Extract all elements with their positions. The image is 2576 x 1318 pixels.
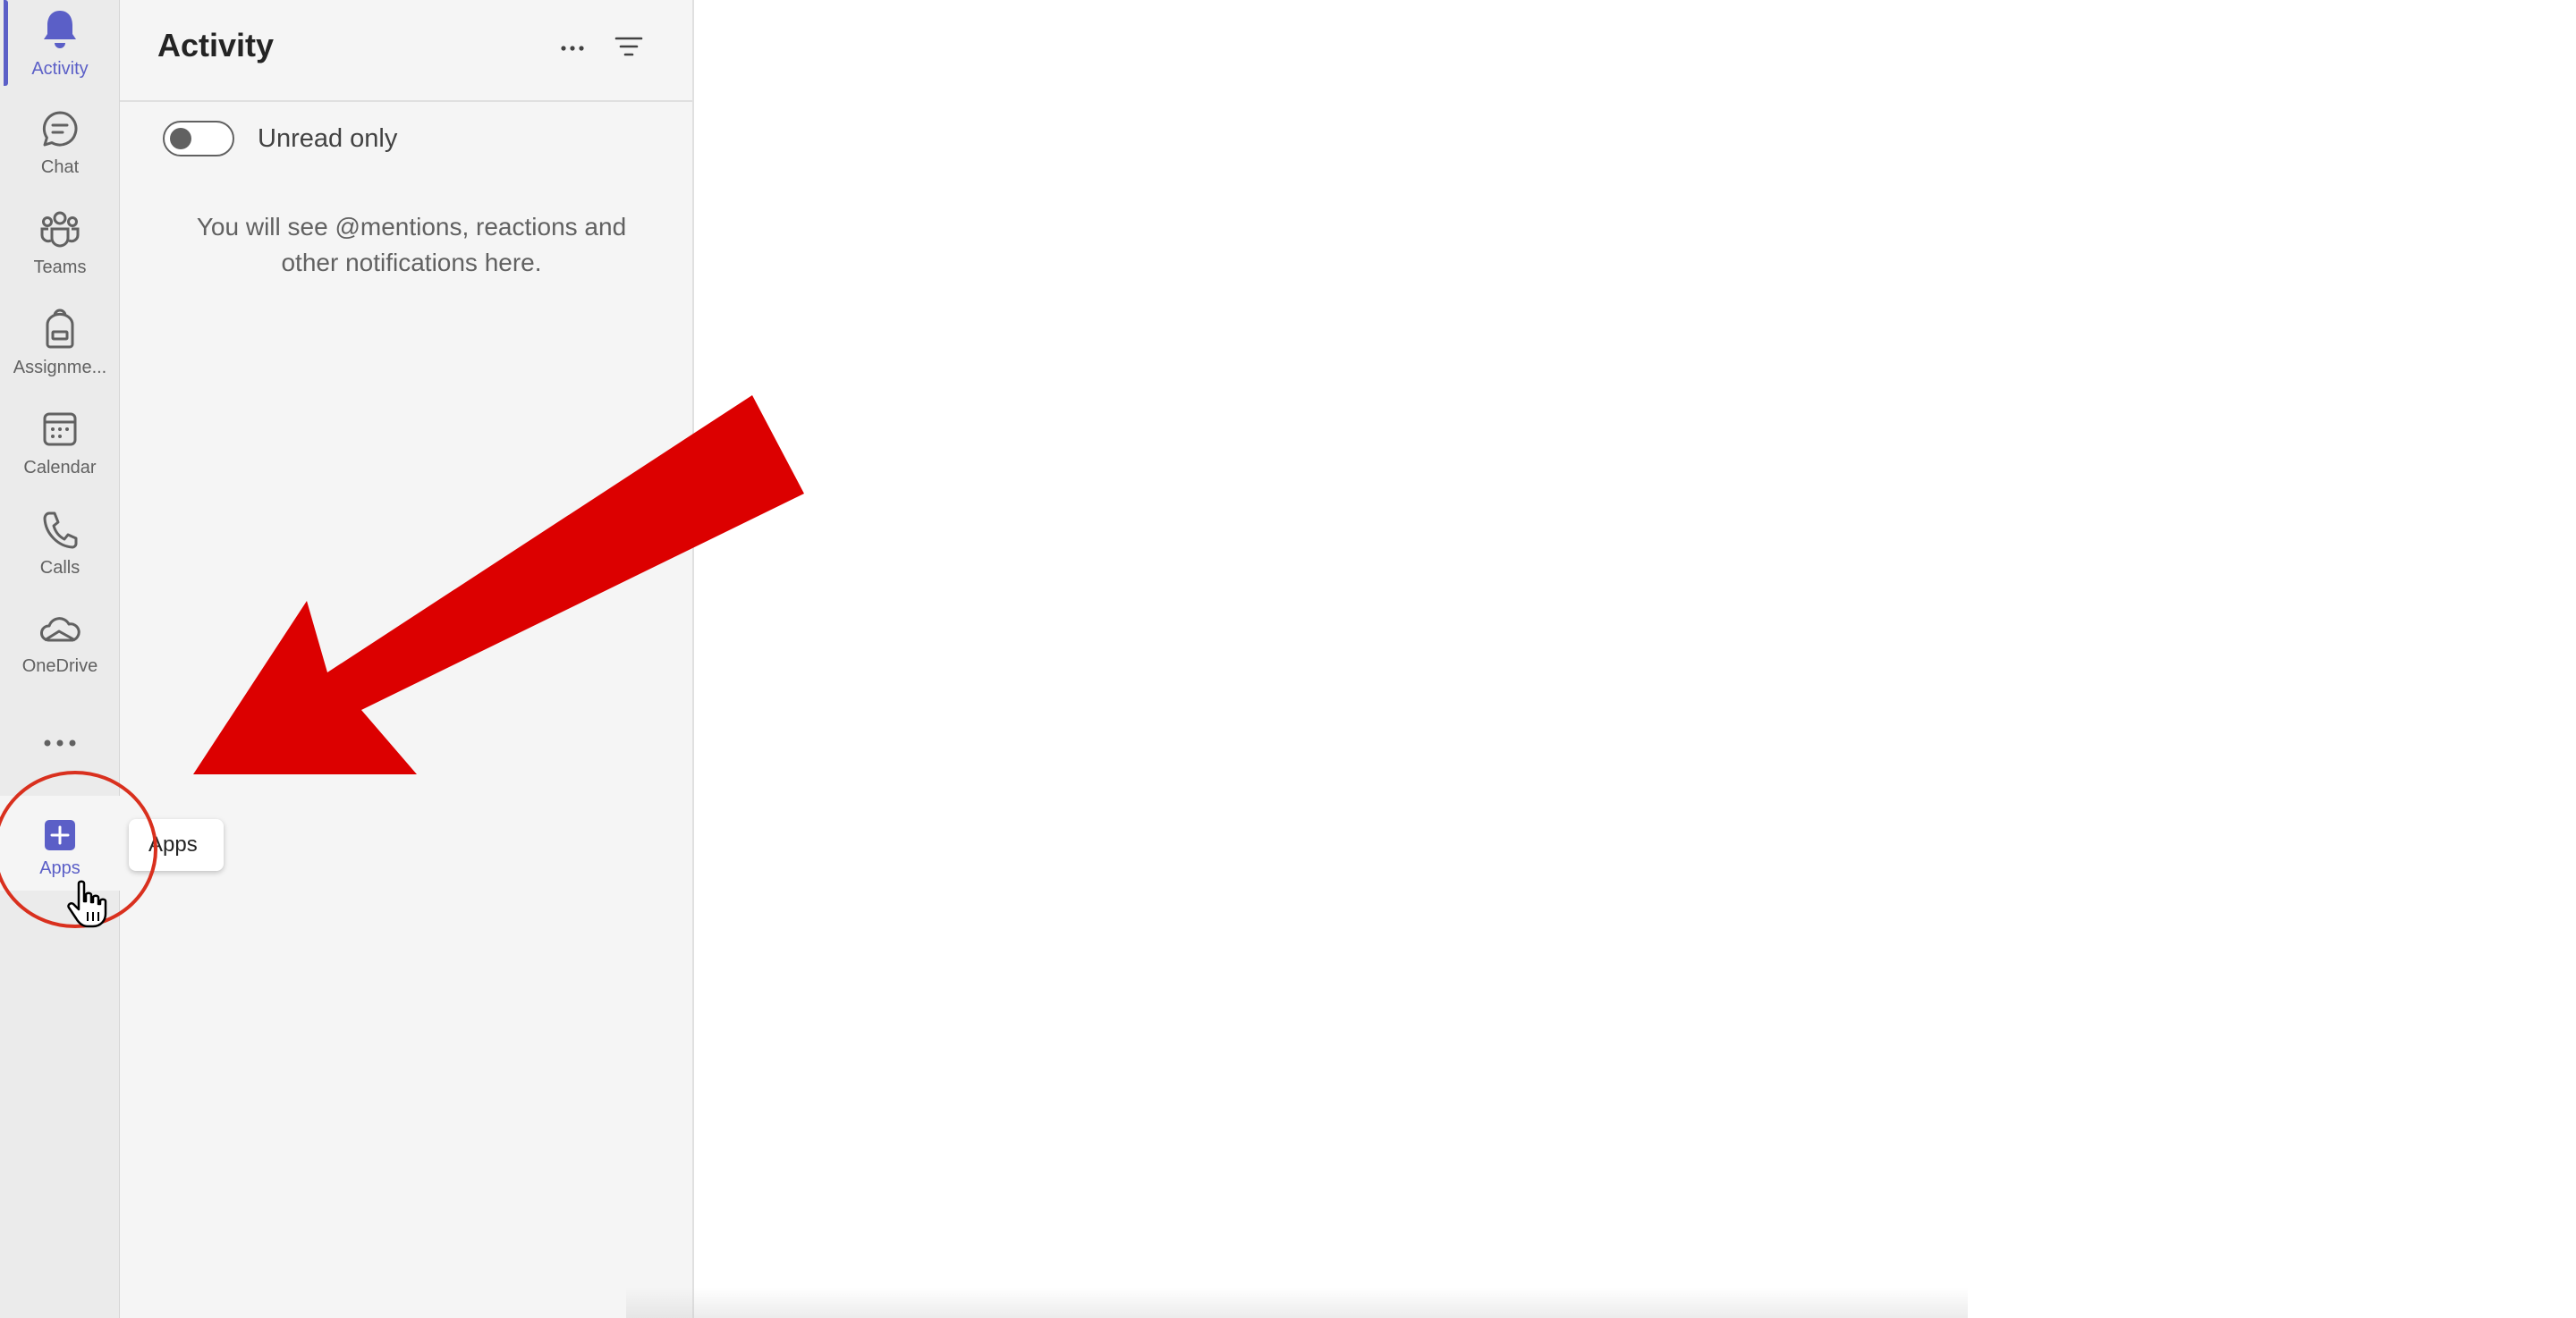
page-title: Activity	[157, 27, 275, 63]
toggle-knob	[170, 128, 191, 149]
more-options-button[interactable]	[555, 30, 590, 66]
tooltip-text: Apps	[148, 832, 198, 857]
ellipsis-icon	[560, 40, 585, 56]
rail-item-apps[interactable]: Apps	[0, 814, 120, 907]
bottom-shadow	[626, 1288, 1968, 1318]
unread-only-label: Unread only	[258, 123, 398, 153]
backpack-icon	[38, 308, 81, 351]
rail-item-chat[interactable]: Chat	[0, 107, 120, 200]
apps-tooltip: Apps	[129, 819, 224, 871]
rail-item-onedrive[interactable]: OneDrive	[0, 608, 120, 701]
activity-panel: Activity Unread only You will see @menti…	[120, 0, 694, 1318]
panel-header: Activity	[120, 0, 694, 102]
rail-item-label: Calls	[39, 558, 80, 578]
more-apps-button[interactable]	[0, 722, 120, 765]
rail-item-label: Activity	[31, 59, 89, 79]
bell-icon	[38, 7, 81, 50]
ellipsis-icon	[42, 736, 78, 752]
rail-item-label: Chat	[40, 157, 80, 177]
filter-button[interactable]	[611, 30, 647, 66]
rail-item-label: Apps	[39, 858, 80, 878]
calendar-icon	[38, 408, 81, 451]
rail-item-teams[interactable]: Teams	[0, 207, 120, 300]
app-rail: Activity Chat Teams Assignme... Calendar…	[0, 0, 120, 1318]
rail-item-label: Teams	[33, 258, 87, 277]
rail-item-activity[interactable]: Activity	[0, 0, 120, 93]
cloud-icon	[38, 608, 81, 651]
teams-icon	[38, 207, 81, 250]
filter-icon	[614, 35, 643, 63]
rail-item-label: Calendar	[23, 458, 97, 477]
empty-state-message: You will see @mentions, reactions and ot…	[196, 213, 627, 276]
unread-only-row: Unread only	[163, 120, 397, 157]
rail-item-calls[interactable]: Calls	[0, 508, 120, 601]
unread-only-toggle[interactable]	[163, 121, 234, 156]
rail-item-calendar[interactable]: Calendar	[0, 408, 120, 501]
rail-item-label: Assignme...	[13, 358, 107, 377]
add-apps-icon	[38, 814, 81, 857]
chat-icon	[38, 107, 81, 150]
rail-item-assignments[interactable]: Assignme...	[0, 308, 120, 401]
rail-item-label: OneDrive	[21, 656, 98, 676]
phone-icon	[38, 508, 81, 551]
